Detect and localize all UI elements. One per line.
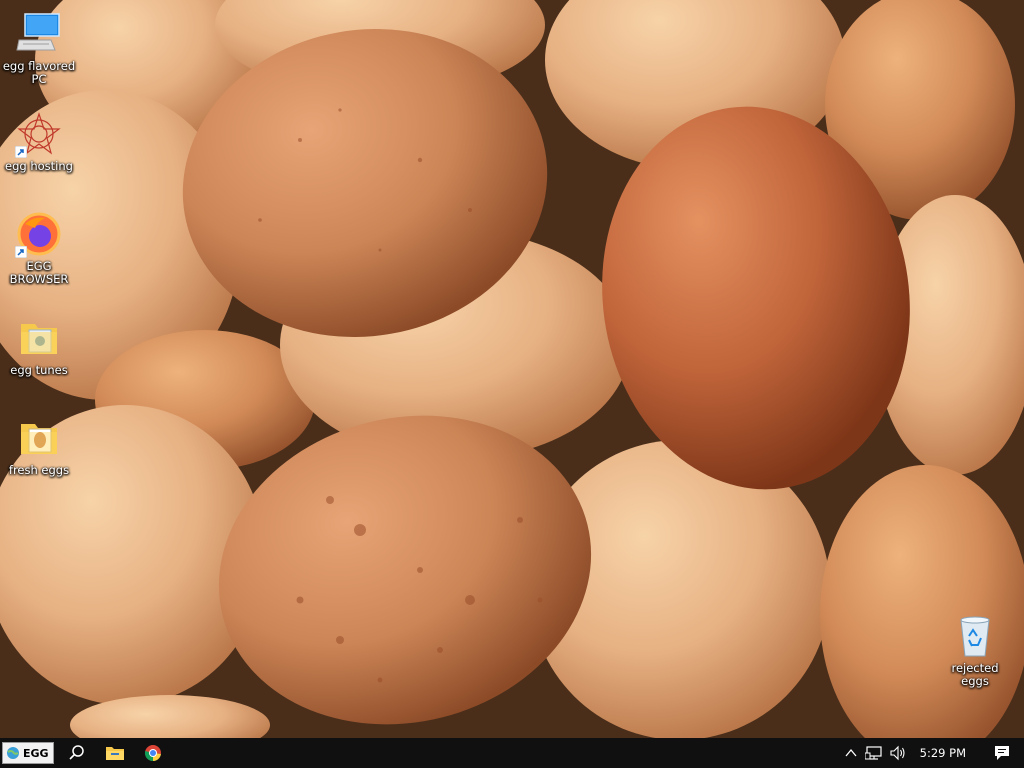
volume-icon (890, 745, 905, 761)
desktop-icon-browser[interactable]: EGG BROWSER (1, 210, 77, 286)
desktop-icon-label: egg tunes (10, 363, 68, 377)
network-button[interactable] (862, 738, 886, 768)
desktop-icon-label: EGG BROWSER (9, 259, 69, 286)
desktop-icon-label: egg hosting (5, 159, 73, 173)
desktop-icon-recycle-bin[interactable]: rejected eggs (936, 612, 1014, 688)
desktop-icon-pc[interactable]: egg flavored PC (1, 10, 77, 86)
show-hidden-icons-button[interactable] (840, 738, 862, 768)
computer-icon (15, 10, 63, 58)
chevron-up-icon (845, 748, 857, 757)
taskbar: EGG 5:29 PM (0, 738, 1024, 768)
desktop-icon-fresh[interactable]: fresh eggs (1, 414, 77, 477)
recycle-bin-icon (951, 612, 999, 660)
volume-button[interactable] (886, 738, 910, 768)
music-folder-icon (15, 314, 63, 362)
desktop-icon-tunes[interactable]: egg tunes (1, 314, 77, 377)
egg-wallpaper (0, 0, 1024, 738)
desktop-icon-label: fresh eggs (8, 463, 70, 477)
action-center-button[interactable] (980, 738, 1024, 768)
shortcut-arrow-icon (15, 246, 27, 258)
file-explorer-icon (105, 747, 124, 760)
desktop-icon-label: rejected eggs (951, 661, 999, 688)
desktop-icon-label: egg flavored PC (2, 59, 76, 86)
file-explorer-button[interactable] (96, 738, 134, 768)
network-icon (864, 746, 882, 760)
clock[interactable]: 5:29 PM (910, 738, 980, 768)
shortcut-arrow-icon (15, 146, 27, 158)
firefox-icon (15, 210, 63, 258)
search-icon (69, 745, 84, 760)
chrome-button[interactable] (134, 738, 172, 768)
system-tray: 5:29 PM (840, 738, 1024, 768)
chrome-icon (144, 745, 161, 762)
globe-icon (7, 747, 19, 759)
search-button[interactable] (58, 738, 96, 768)
notification-icon (995, 746, 1009, 760)
hosting-logo-icon (15, 110, 63, 158)
start-button-label: EGG (23, 746, 49, 760)
desktop[interactable]: egg flavored PC egg hosting EGG BROWSER … (0, 0, 1024, 738)
egg-folder-icon (15, 414, 63, 462)
desktop-icon-hosting[interactable]: egg hosting (1, 110, 77, 173)
start-button[interactable]: EGG (2, 742, 54, 764)
